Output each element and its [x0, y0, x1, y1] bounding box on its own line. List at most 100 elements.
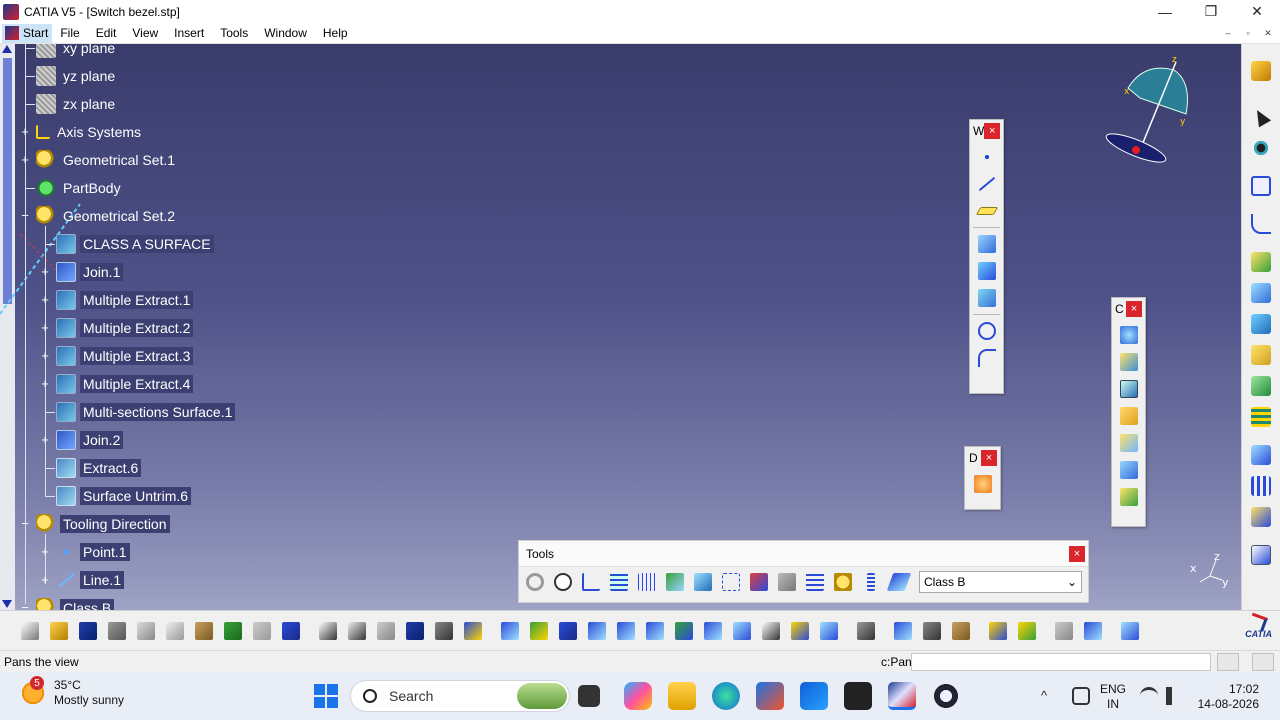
- parameter-button[interactable]: [374, 619, 398, 643]
- pan-button[interactable]: [556, 619, 580, 643]
- swap-visible-button[interactable]: [817, 619, 841, 643]
- fly-mode-button[interactable]: [498, 619, 522, 643]
- windows-start-button[interactable]: [314, 684, 338, 708]
- create-datum-button[interactable]: [663, 570, 687, 594]
- sweep-tool-button[interactable]: [1117, 350, 1141, 374]
- expand-icon[interactable]: +: [40, 349, 50, 362]
- network-icon[interactable]: [1072, 687, 1090, 705]
- edge-icon[interactable]: [712, 682, 740, 710]
- normal-view-button[interactable]: [672, 619, 696, 643]
- rotate-button[interactable]: [585, 619, 609, 643]
- keep-mode-button[interactable]: [747, 570, 771, 594]
- render-button[interactable]: [1015, 619, 1039, 643]
- work-on-support-button[interactable]: [607, 570, 631, 594]
- shading-button[interactable]: [759, 619, 783, 643]
- blend-tool-button[interactable]: [1117, 404, 1141, 428]
- status-button-2[interactable]: [1252, 653, 1274, 671]
- copy-button[interactable]: [163, 619, 187, 643]
- expand-icon[interactable]: +: [20, 153, 30, 166]
- tree-node[interactable]: Surface Untrim.6: [56, 485, 192, 507]
- tree-node[interactable]: Multiple Extract.3: [56, 345, 194, 367]
- list-button[interactable]: [859, 570, 883, 594]
- extrapolate-button[interactable]: [1248, 504, 1274, 530]
- pattern-button[interactable]: [1248, 473, 1274, 499]
- cut-button[interactable]: [134, 619, 158, 643]
- tree-node[interactable]: yz plane: [36, 65, 118, 87]
- menu-insert[interactable]: Insert: [166, 26, 212, 40]
- close-button[interactable]: ✕: [1234, 0, 1280, 23]
- scroll-down-arrow-icon[interactable]: [2, 600, 12, 608]
- compass-icon[interactable]: z x y: [1100, 52, 1195, 172]
- draft-toolbar-header[interactable]: D ×: [965, 447, 1000, 469]
- circle-tool-button[interactable]: [975, 319, 999, 343]
- surface-tool-2-button[interactable]: [1248, 280, 1274, 306]
- surface-tool-3-button[interactable]: [1248, 311, 1274, 337]
- surface-tool-5-button[interactable]: [1248, 373, 1274, 399]
- 3d-viewport[interactable]: xy plane yz plane zx plane + Axis Systems + Ge…: [0, 44, 1241, 610]
- tree-reorder-button[interactable]: [803, 570, 827, 594]
- minimize-button[interactable]: —: [1142, 0, 1188, 23]
- menu-help[interactable]: Help: [315, 26, 356, 40]
- tools-toolbar-header[interactable]: Tools ×: [519, 541, 1088, 567]
- draft-analysis-button[interactable]: [971, 472, 995, 496]
- catalog-button[interactable]: [432, 619, 456, 643]
- tree-node[interactable]: Axis Systems: [36, 121, 144, 143]
- status-button-1[interactable]: [1217, 653, 1239, 671]
- tree-node[interactable]: PartBody: [36, 177, 124, 199]
- tree-node[interactable]: CLASS A SURFACE: [56, 233, 214, 255]
- zoom-out-button[interactable]: [643, 619, 667, 643]
- tree-node[interactable]: Join.1: [56, 261, 124, 283]
- tree-node[interactable]: Geometrical Set.2: [36, 205, 178, 227]
- cache-button[interactable]: [854, 619, 878, 643]
- tree-node[interactable]: zx plane: [36, 93, 118, 115]
- tree-node[interactable]: Join.2: [56, 429, 124, 451]
- system-clock[interactable]: 17:02 14-08-2026: [1197, 682, 1259, 712]
- tools-toolbar-close-button[interactable]: ×: [1069, 545, 1085, 562]
- measure-button[interactable]: [1248, 135, 1274, 161]
- surface-tool-4-button[interactable]: [1248, 342, 1274, 368]
- tree-node[interactable]: Multiple Extract.2: [56, 317, 194, 339]
- catalog-browser-button[interactable]: [1052, 619, 1076, 643]
- transform-button[interactable]: [1248, 442, 1274, 468]
- maximize-button[interactable]: ❐: [1188, 0, 1234, 23]
- paste-button[interactable]: [192, 619, 216, 643]
- workbench-button[interactable]: [1248, 58, 1274, 84]
- tree-node[interactable]: Class B: [36, 597, 115, 610]
- curve-button[interactable]: [1248, 211, 1274, 237]
- collapse-icon[interactable]: −: [20, 517, 30, 530]
- sketcher-button[interactable]: [1248, 173, 1274, 199]
- fill-tool-button[interactable]: [1117, 377, 1141, 401]
- update-button[interactable]: [523, 570, 547, 594]
- grid-button[interactable]: [635, 570, 659, 594]
- tree-node[interactable]: Line.1: [56, 569, 125, 591]
- expand-icon[interactable]: +: [40, 573, 50, 586]
- copilot-icon[interactable]: [624, 682, 652, 710]
- scan-button[interactable]: [461, 619, 485, 643]
- knowledge-button[interactable]: [345, 619, 369, 643]
- print-button[interactable]: [105, 619, 129, 643]
- weather-widget[interactable]: 5 35°C Mostly sunny: [20, 676, 124, 708]
- volume-icon[interactable]: [1166, 687, 1178, 705]
- layer-filter-button[interactable]: [891, 619, 915, 643]
- offset-tool-button[interactable]: [975, 286, 999, 310]
- collapse-icon[interactable]: −: [20, 209, 30, 222]
- extrude-tool-button[interactable]: [1117, 323, 1141, 347]
- menu-window[interactable]: Window: [256, 26, 315, 40]
- publication-button[interactable]: [1081, 619, 1105, 643]
- expand-icon[interactable]: +: [40, 377, 50, 390]
- menu-tools[interactable]: Tools: [212, 26, 256, 40]
- hide-button[interactable]: [775, 570, 799, 594]
- properties-button[interactable]: [920, 619, 944, 643]
- sketch-tracer-button[interactable]: [1118, 619, 1142, 643]
- expand-icon[interactable]: +: [40, 321, 50, 334]
- trim-tool-button[interactable]: [1117, 458, 1141, 482]
- wireframe-toolbar-header[interactable]: W ×: [970, 120, 1003, 142]
- start-menu[interactable]: Start: [2, 23, 53, 43]
- spline-tool-button[interactable]: [975, 346, 999, 370]
- projection-tool-button[interactable]: [975, 232, 999, 256]
- tree-node[interactable]: Tooling Direction: [36, 513, 170, 535]
- set-current-button[interactable]: [886, 570, 912, 594]
- catia-taskbar-icon[interactable]: [888, 682, 916, 710]
- split-tool-button[interactable]: [1117, 485, 1141, 509]
- taskbar-search[interactable]: Search: [350, 680, 570, 712]
